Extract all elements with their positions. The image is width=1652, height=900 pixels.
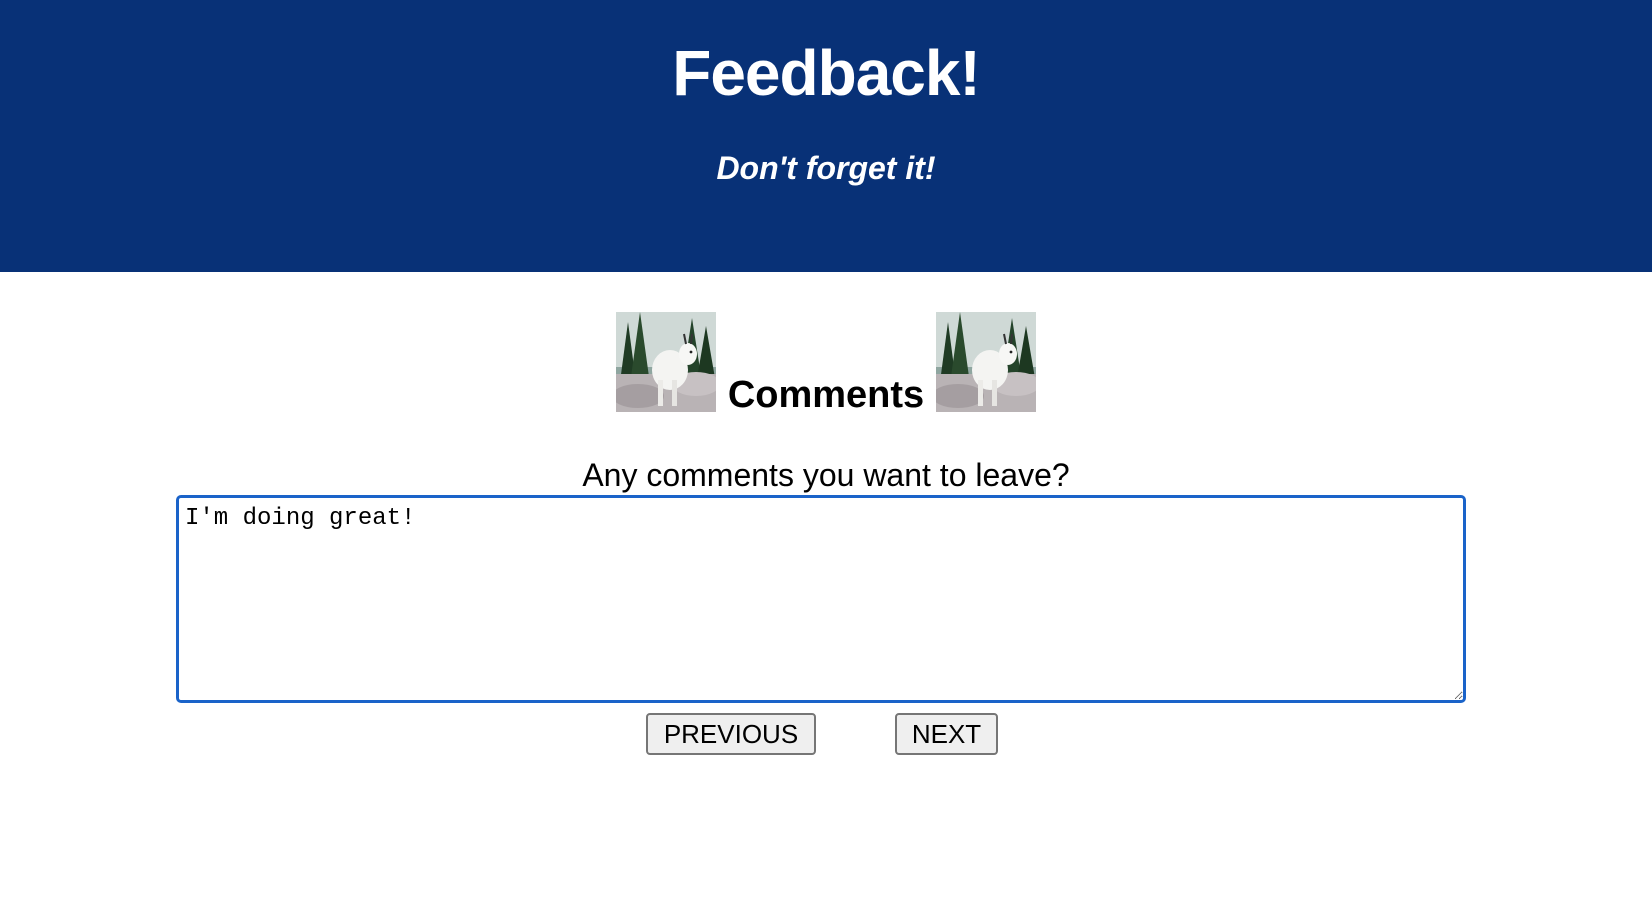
previous-button[interactable]: PREVIOUS <box>646 713 816 755</box>
comments-prompt-label: Any comments you want to leave? <box>582 457 1070 493</box>
page-header: Feedback! Don't forget it! <box>0 0 1652 272</box>
comments-section-heading: Comments <box>0 311 1652 416</box>
next-button[interactable]: NEXT <box>895 713 998 755</box>
comments-textarea[interactable]: I'm doing great! <box>176 495 1466 703</box>
mountain-goat-image-left <box>615 312 716 412</box>
section-title: Comments <box>727 374 925 416</box>
page-title: Feedback! <box>672 37 981 109</box>
mountain-goat-image-right <box>936 312 1037 412</box>
page-subtitle: Don't forget it! <box>716 150 936 186</box>
